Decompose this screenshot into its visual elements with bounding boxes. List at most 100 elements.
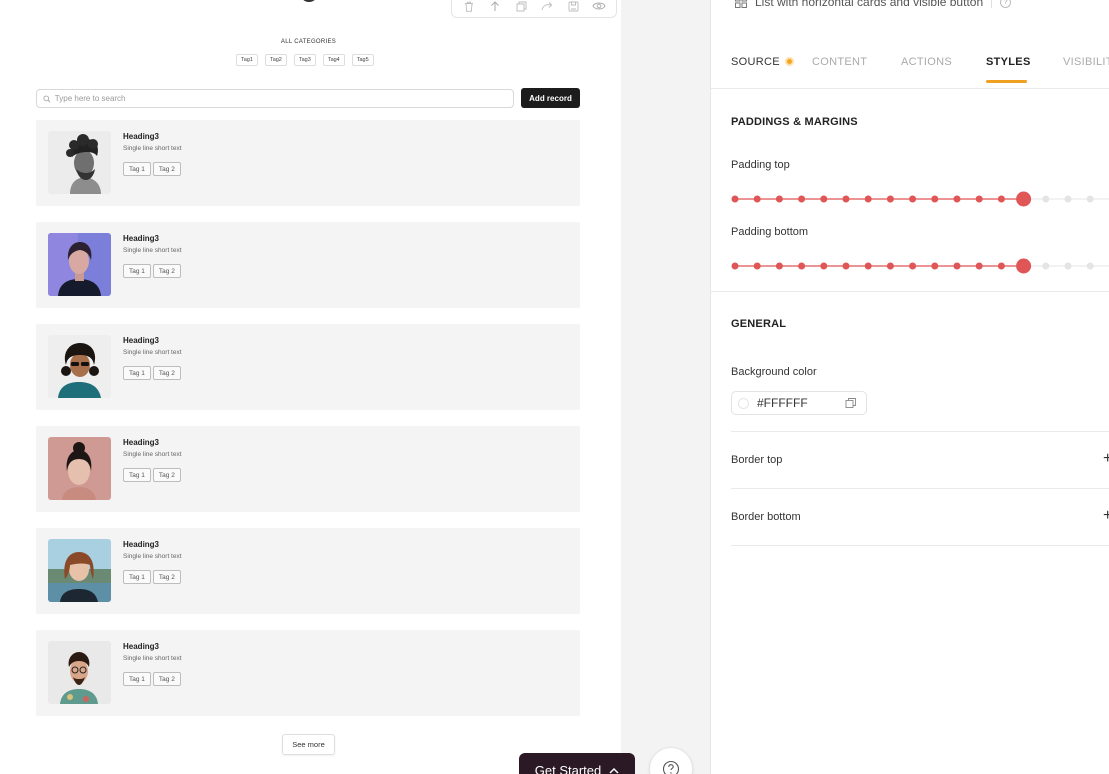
list-card[interactable]: Heading3 Single line short text Tag 1 Ta… bbox=[36, 324, 580, 410]
padding-top-slider[interactable] bbox=[731, 190, 1109, 208]
save-icon[interactable] bbox=[564, 0, 582, 15]
padding-top-slider-step[interactable] bbox=[753, 195, 761, 203]
category-tag[interactable]: Tag3 bbox=[293, 54, 316, 66]
padding-bottom-slider-step[interactable] bbox=[775, 262, 783, 270]
background-color-value[interactable]: #FFFFFF bbox=[757, 396, 837, 410]
padding-top-slider-step[interactable] bbox=[975, 195, 983, 203]
card-photo bbox=[48, 437, 111, 500]
header-divider bbox=[991, 0, 993, 8]
add-border-top-icon[interactable]: + bbox=[1103, 451, 1109, 467]
block-handle-icon[interactable] bbox=[300, 0, 318, 2]
padding-bottom-slider-step[interactable] bbox=[975, 262, 983, 270]
card-tag[interactable]: Tag 1 bbox=[123, 162, 151, 176]
padding-top-slider-step[interactable] bbox=[931, 195, 939, 203]
grid-layout-icon bbox=[735, 0, 747, 8]
tab-visibility[interactable]: VISIBILIT bbox=[1063, 52, 1109, 83]
list-card[interactable]: Heading3 Single line short text Tag 1 Ta… bbox=[36, 528, 580, 614]
list-card[interactable]: Heading3 Single line short text Tag 1 Ta… bbox=[36, 630, 580, 716]
padding-bottom-label: Padding bottom bbox=[731, 226, 809, 238]
card-heading: Heading3 bbox=[123, 540, 160, 549]
padding-bottom-slider-step[interactable] bbox=[753, 262, 761, 270]
padding-top-slider-step[interactable] bbox=[731, 195, 739, 203]
padding-bottom-slider-step[interactable] bbox=[909, 262, 917, 270]
category-tag[interactable]: Tag2 bbox=[264, 54, 287, 66]
get-started-label: Get Started bbox=[534, 763, 602, 774]
padding-bottom-slider-step[interactable] bbox=[842, 262, 850, 270]
padding-top-slider-step[interactable] bbox=[1086, 195, 1094, 203]
card-tag[interactable]: Tag 2 bbox=[152, 162, 181, 176]
padding-bottom-slider-step[interactable] bbox=[931, 262, 939, 270]
card-tag[interactable]: Tag 2 bbox=[152, 264, 181, 278]
padding-top-slider-step[interactable] bbox=[997, 195, 1005, 203]
search-icon bbox=[43, 95, 51, 102]
panel-header: List with horizontal cards and visible b… bbox=[735, 0, 1012, 9]
padding-top-slider-knob[interactable] bbox=[1016, 191, 1032, 207]
padding-bottom-slider-step[interactable] bbox=[864, 262, 872, 270]
padding-bottom-slider-step[interactable] bbox=[953, 262, 961, 270]
card-tag[interactable]: Tag 1 bbox=[123, 264, 151, 278]
get-started-button[interactable]: Get Started bbox=[519, 753, 635, 774]
card-subtext: Single line short text bbox=[123, 553, 182, 560]
padding-bottom-slider-step[interactable] bbox=[820, 262, 828, 270]
padding-bottom-slider-step[interactable] bbox=[1042, 262, 1050, 270]
see-more-button[interactable]: See more bbox=[282, 734, 335, 755]
card-tag[interactable]: Tag 2 bbox=[152, 570, 181, 584]
category-tag[interactable]: Tag5 bbox=[351, 54, 374, 66]
padding-top-slider-step[interactable] bbox=[842, 195, 850, 203]
tab-actions[interactable]: ACTIONS bbox=[901, 52, 986, 83]
add-record-button[interactable]: Add record bbox=[521, 88, 580, 108]
padding-top-slider-step[interactable] bbox=[864, 195, 872, 203]
section-divider bbox=[711, 291, 1109, 292]
tab-source[interactable]: SOURCE bbox=[731, 52, 812, 83]
padding-bottom-slider-step[interactable] bbox=[886, 262, 894, 270]
card-tag[interactable]: Tag 1 bbox=[123, 366, 151, 380]
card-subtext: Single line short text bbox=[123, 247, 182, 254]
padding-bottom-slider-step[interactable] bbox=[798, 262, 806, 270]
padding-bottom-slider-knob[interactable] bbox=[1016, 258, 1032, 274]
redo-icon[interactable] bbox=[538, 0, 556, 15]
padding-top-slider-step[interactable] bbox=[1064, 195, 1072, 203]
padding-bottom-slider[interactable] bbox=[731, 257, 1109, 275]
padding-bottom-slider-step[interactable] bbox=[1086, 262, 1094, 270]
copy-icon[interactable] bbox=[845, 397, 857, 409]
question-icon bbox=[662, 760, 680, 774]
arrow-up-icon[interactable] bbox=[486, 0, 504, 15]
card-tag[interactable]: Tag 1 bbox=[123, 672, 151, 686]
row-divider bbox=[731, 545, 1109, 546]
color-swatch[interactable] bbox=[738, 397, 749, 409]
card-tag[interactable]: Tag 2 bbox=[152, 468, 181, 482]
padding-bottom-slider-track[interactable] bbox=[731, 257, 1109, 275]
padding-top-slider-track[interactable] bbox=[731, 190, 1109, 208]
card-tag[interactable]: Tag 1 bbox=[123, 468, 151, 482]
padding-top-slider-step[interactable] bbox=[775, 195, 783, 203]
card-tag[interactable]: Tag 1 bbox=[123, 570, 151, 584]
eye-icon[interactable] bbox=[590, 0, 608, 15]
list-card[interactable]: Heading3 Single line short text Tag 1 Ta… bbox=[36, 120, 580, 206]
list-card[interactable]: Heading3 Single line short text Tag 1 Ta… bbox=[36, 222, 580, 308]
search-input[interactable] bbox=[54, 94, 513, 103]
categories-title: ALL CATEGORIES bbox=[280, 39, 337, 45]
trash-icon[interactable] bbox=[460, 0, 478, 15]
background-color-field[interactable]: #FFFFFF bbox=[731, 391, 867, 415]
padding-top-slider-step[interactable] bbox=[798, 195, 806, 203]
card-tag[interactable]: Tag 2 bbox=[152, 672, 181, 686]
list-card[interactable]: Heading3 Single line short text Tag 1 Ta… bbox=[36, 426, 580, 512]
help-icon[interactable]: ? bbox=[1000, 0, 1012, 8]
padding-top-slider-step[interactable] bbox=[953, 195, 961, 203]
background-color-label: Background color bbox=[731, 366, 817, 378]
tab-content[interactable]: CONTENT bbox=[812, 52, 901, 83]
card-tag[interactable]: Tag 2 bbox=[152, 366, 181, 380]
category-tag[interactable]: Tag4 bbox=[322, 54, 345, 66]
add-border-bottom-icon[interactable]: + bbox=[1103, 508, 1109, 524]
padding-top-slider-step[interactable] bbox=[1042, 195, 1050, 203]
duplicate-icon[interactable] bbox=[512, 0, 530, 15]
category-tags: Tag1 Tag2 Tag3 Tag4 Tag5 bbox=[236, 54, 374, 66]
padding-top-slider-step[interactable] bbox=[909, 195, 917, 203]
tab-styles[interactable]: STYLES bbox=[986, 52, 1063, 83]
category-tag[interactable]: Tag1 bbox=[236, 54, 258, 66]
padding-bottom-slider-step[interactable] bbox=[1064, 262, 1072, 270]
padding-bottom-slider-step[interactable] bbox=[731, 262, 739, 270]
padding-top-slider-step[interactable] bbox=[820, 195, 828, 203]
padding-bottom-slider-step[interactable] bbox=[997, 262, 1005, 270]
padding-top-slider-step[interactable] bbox=[886, 195, 894, 203]
